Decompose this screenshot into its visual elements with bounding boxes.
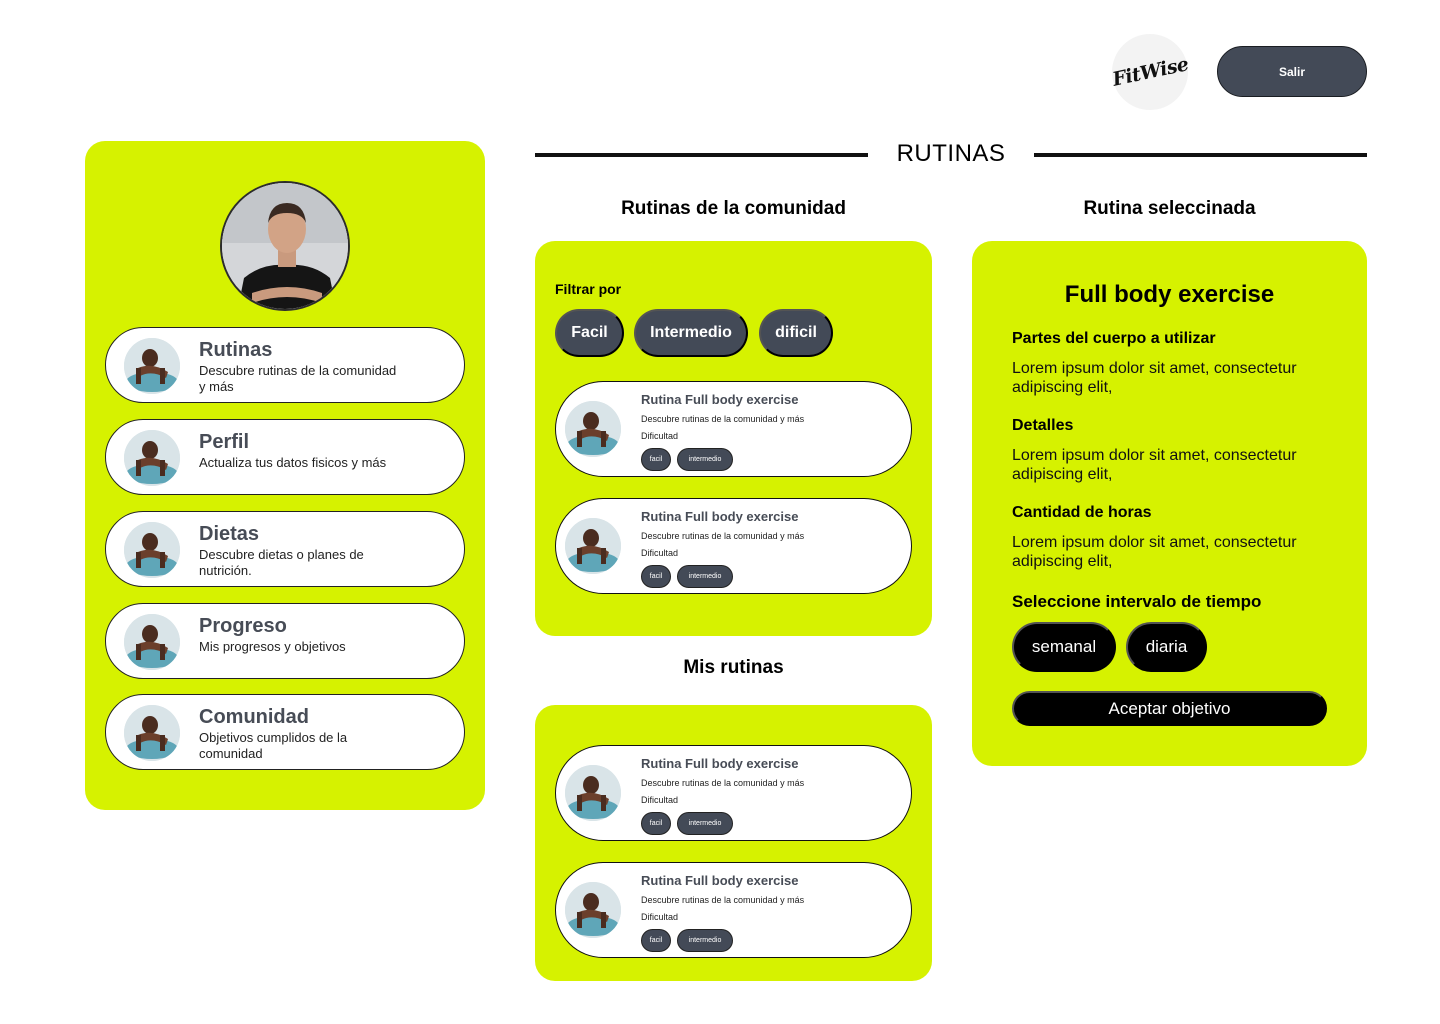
detail-section-text: Lorem ipsum dolor sit amet, consectetur …	[1012, 447, 1297, 483]
routine-title: Rutina Full body exercise	[641, 873, 799, 888]
routine-description: Descubre rutinas de la comunidad y más	[641, 531, 805, 541]
routine-difficulty-label: Dificultad	[641, 431, 679, 441]
routine-card[interactable]: Rutina Full body exercise Descubre rutin…	[555, 745, 912, 841]
difficulty-tag: intermedio	[677, 812, 733, 835]
pushup-thumbnail	[124, 614, 180, 670]
difficulty-tag: facil	[641, 565, 671, 588]
pushup-thumbnail	[124, 705, 180, 761]
filter-intermedio-button[interactable]: Intermedio	[634, 309, 748, 357]
sidebar-item-subtitle: Descubre rutinas de la comunidad y más	[199, 363, 397, 394]
pushup-thumbnail	[124, 338, 180, 394]
sidebar-item-dietas[interactable]: Dietas Descubre dietas o planes de nutri…	[105, 511, 465, 587]
pushup-thumbnail	[565, 765, 621, 821]
difficulty-tag: facil	[641, 448, 671, 471]
interval-heading: Seleccione intervalo de tiempo	[1012, 592, 1262, 611]
my-routines-title: Mis rutinas	[683, 657, 784, 678]
sidebar-item-subtitle: Actualiza tus datos fisicos y más	[199, 455, 387, 470]
routine-title: Rutina Full body exercise	[641, 509, 799, 524]
page-title: RUTINAS	[896, 140, 1006, 167]
fitwise-logo: FitWise	[1110, 34, 1190, 110]
pushup-thumbnail	[124, 522, 180, 578]
routine-description: Descubre rutinas de la comunidad y más	[641, 778, 805, 788]
routine-difficulty-label: Dificultad	[641, 912, 679, 922]
routine-difficulty-label: Dificultad	[641, 548, 679, 558]
routine-card[interactable]: Rutina Full body exercise Descubre rutin…	[555, 381, 912, 477]
detail-section-heading: Partes del cuerpo a utilizar	[1012, 330, 1216, 347]
difficulty-tag: intermedio	[677, 565, 733, 588]
sidebar-item-title: Rutinas	[199, 339, 273, 361]
difficulty-tag: facil	[641, 812, 671, 835]
pushup-thumbnail	[565, 518, 621, 574]
detail-section-text: Lorem ipsum dolor sit amet, consectetur …	[1012, 534, 1297, 570]
sidebar-item-title: Progreso	[199, 615, 287, 637]
pushup-thumbnail	[565, 401, 621, 457]
routine-difficulty-label: Dificultad	[641, 795, 679, 805]
heading-divider-left	[535, 153, 868, 157]
heading-divider-right	[1034, 153, 1367, 157]
my-routines-panel: Rutina Full body exercise Descubre rutin…	[535, 705, 932, 981]
difficulty-tag: intermedio	[677, 929, 733, 952]
sidebar-item-progreso[interactable]: Progreso Mis progresos y objetivos	[105, 603, 465, 679]
difficulty-tag: facil	[641, 929, 671, 952]
routine-description: Descubre rutinas de la comunidad y más	[641, 414, 805, 424]
sidebar-item-title: Comunidad	[199, 706, 309, 728]
sidebar-item-subtitle: Descubre dietas o planes de nutrición.	[199, 547, 364, 578]
sidebar-item-title: Perfil	[199, 431, 250, 453]
detail-section-text: Lorem ipsum dolor sit amet, consectetur …	[1012, 360, 1297, 396]
selected-routine-title: Rutina seleccinada	[1083, 198, 1256, 219]
routine-card[interactable]: Rutina Full body exercise Descubre rutin…	[555, 498, 912, 594]
user-avatar-image	[222, 183, 348, 309]
sidebar: Rutinas Descubre rutinas de la comunidad…	[85, 141, 485, 810]
sidebar-item-perfil[interactable]: Perfil Actualiza tus datos fisicos y más	[105, 419, 465, 495]
filter-facil-button[interactable]: Facil	[555, 309, 624, 357]
routine-description: Descubre rutinas de la comunidad y más	[641, 895, 805, 905]
user-avatar[interactable]	[220, 181, 350, 311]
routine-card[interactable]: Rutina Full body exercise Descubre rutin…	[555, 862, 912, 958]
logout-button[interactable]: Salir	[1217, 46, 1367, 97]
logo-text: FitWise	[1110, 53, 1190, 91]
detail-section-heading: Cantidad de horas	[1012, 504, 1152, 521]
filter-label: Filtrar por	[555, 281, 622, 297]
detail-section-heading: Detalles	[1012, 417, 1074, 434]
pushup-thumbnail	[565, 882, 621, 938]
sidebar-item-rutinas[interactable]: Rutinas Descubre rutinas de la comunidad…	[105, 327, 465, 403]
routine-detail-title: Full body exercise	[1064, 281, 1275, 308]
difficulty-tag: intermedio	[677, 448, 733, 471]
interval-diaria-button[interactable]: diaria	[1126, 622, 1207, 672]
routine-title: Rutina Full body exercise	[641, 392, 799, 407]
sidebar-item-subtitle: Mis progresos y objetivos	[199, 639, 346, 654]
community-routines-title: Rutinas de la comunidad	[621, 198, 846, 219]
sidebar-item-subtitle: Objetivos cumplidos de la comunidad	[199, 730, 348, 761]
routine-title: Rutina Full body exercise	[641, 756, 799, 771]
interval-semanal-button[interactable]: semanal	[1012, 622, 1116, 672]
pushup-thumbnail	[124, 430, 180, 486]
sidebar-item-comunidad[interactable]: Comunidad Objetivos cumplidos de la comu…	[105, 694, 465, 770]
accept-goal-button[interactable]: Aceptar objetivo	[1012, 691, 1327, 726]
filter-dificil-button[interactable]: dificil	[759, 309, 833, 357]
selected-routine-panel: Full body exercise Partes del cuerpo a u…	[972, 241, 1367, 766]
community-routines-panel: Filtrar por Facil Intermedio dificil Rut…	[535, 241, 932, 636]
sidebar-item-title: Dietas	[199, 523, 260, 545]
